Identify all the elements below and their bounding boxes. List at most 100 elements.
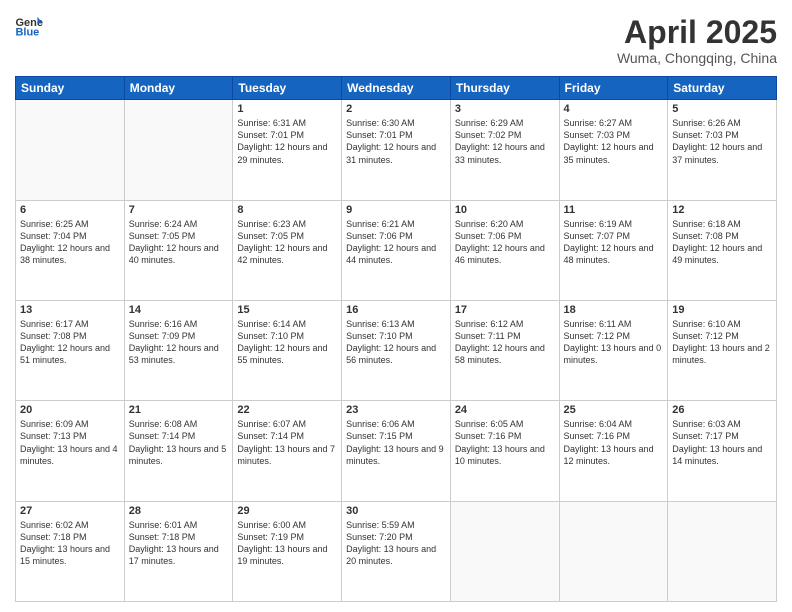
day-info: Sunrise: 6:04 AM Sunset: 7:16 PM Dayligh… <box>564 418 664 467</box>
logo-icon: General Blue <box>15 15 43 37</box>
table-row: 2 Sunrise: 6:30 AM Sunset: 7:01 PM Daylig… <box>342 100 451 200</box>
table-row: 25 Sunrise: 6:04 AM Sunset: 7:16 PM Dayli… <box>559 401 668 501</box>
table-row: 4Sunrise: 6:27 AM Sunset: 7:03 PM Daylig… <box>559 100 668 200</box>
day-number: 14 <box>129 304 229 316</box>
day-number: 4 <box>564 103 664 115</box>
table-row: 13 Sunrise: 6:17 AM Sunset: 7:08 PM Dayli… <box>16 300 125 400</box>
day-number: 21 <box>129 404 229 416</box>
table-row: 20 Sunrise: 6:09 AM Sunset: 7:13 PM Dayli… <box>16 401 125 501</box>
day-number: 28 <box>129 505 229 517</box>
day-info: Sunrise: 6:24 AM Sunset: 7:05 PM Dayligh… <box>129 218 229 267</box>
day-number: 8 <box>237 204 337 216</box>
col-friday: Friday <box>559 77 668 100</box>
table-row: 11 Sunrise: 6:19 AM Sunset: 7:07 PM Dayli… <box>559 200 668 300</box>
table-row: 15Sunrise: 6:14 AM Sunset: 7:10 PM Dayli… <box>233 300 342 400</box>
svg-text:Blue: Blue <box>15 26 39 37</box>
calendar-week-row: 20 Sunrise: 6:09 AM Sunset: 7:13 PM Dayli… <box>16 401 777 501</box>
day-number: 27 <box>20 505 120 517</box>
day-number: 11 <box>564 204 664 216</box>
day-info: Sunrise: 6:00 AM Sunset: 7:19 PM Dayligh… <box>237 519 337 568</box>
col-wednesday: Wednesday <box>342 77 451 100</box>
location: Wuma, Chongqing, China <box>617 50 777 66</box>
day-number: 16 <box>346 304 446 316</box>
col-tuesday: Tuesday <box>233 77 342 100</box>
day-number: 1 <box>237 103 337 115</box>
table-row <box>559 501 668 601</box>
day-number: 2 <box>346 103 446 115</box>
calendar-week-row: 1 Sunrise: 6:31 AM Sunset: 7:01 PM Daylig… <box>16 100 777 200</box>
day-number: 19 <box>672 304 772 316</box>
day-number: 12 <box>672 204 772 216</box>
table-row: 27Sunrise: 6:02 AM Sunset: 7:18 PM Dayli… <box>16 501 125 601</box>
day-info: Sunrise: 6:23 AM Sunset: 7:05 PM Dayligh… <box>237 218 337 267</box>
day-info: Sunrise: 6:21 AM Sunset: 7:06 PM Dayligh… <box>346 218 446 267</box>
header: General Blue April 2025 Wuma, Chongqing,… <box>15 15 777 66</box>
table-row: 14 Sunrise: 6:16 AM Sunset: 7:09 PM Dayli… <box>124 300 233 400</box>
day-number: 25 <box>564 404 664 416</box>
table-row: 29 Sunrise: 6:00 AM Sunset: 7:19 PM Dayli… <box>233 501 342 601</box>
day-info: Sunrise: 6:13 AM Sunset: 7:10 PM Dayligh… <box>346 318 446 367</box>
day-number: 20 <box>20 404 120 416</box>
table-row: 3 Sunrise: 6:29 AM Sunset: 7:02 PM Daylig… <box>450 100 559 200</box>
day-info: Sunrise: 6:06 AM Sunset: 7:15 PM Dayligh… <box>346 418 446 467</box>
table-row: 24Sunrise: 6:05 AM Sunset: 7:16 PM Dayli… <box>450 401 559 501</box>
calendar-table: Sunday Monday Tuesday Wednesday Thursday… <box>15 76 777 602</box>
day-number: 3 <box>455 103 555 115</box>
day-number: 29 <box>237 505 337 517</box>
table-row <box>124 100 233 200</box>
table-row <box>16 100 125 200</box>
day-number: 5 <box>672 103 772 115</box>
day-number: 18 <box>564 304 664 316</box>
day-info: Sunrise: 6:17 AM Sunset: 7:08 PM Dayligh… <box>20 318 120 367</box>
day-info: Sunrise: 6:20 AM Sunset: 7:06 PM Dayligh… <box>455 218 555 267</box>
table-row: 6 Sunrise: 6:25 AM Sunset: 7:04 PM Daylig… <box>16 200 125 300</box>
day-number: 22 <box>237 404 337 416</box>
day-info: Sunrise: 6:11 AM Sunset: 7:12 PM Dayligh… <box>564 318 664 367</box>
table-row: 1 Sunrise: 6:31 AM Sunset: 7:01 PM Daylig… <box>233 100 342 200</box>
day-number: 6 <box>20 204 120 216</box>
day-info: Sunrise: 6:18 AM Sunset: 7:08 PM Dayligh… <box>672 218 772 267</box>
col-thursday: Thursday <box>450 77 559 100</box>
day-info: Sunrise: 6:29 AM Sunset: 7:02 PM Dayligh… <box>455 117 555 166</box>
day-info: Sunrise: 6:16 AM Sunset: 7:09 PM Dayligh… <box>129 318 229 367</box>
day-number: 17 <box>455 304 555 316</box>
day-number: 26 <box>672 404 772 416</box>
table-row <box>450 501 559 601</box>
calendar-week-row: 27Sunrise: 6:02 AM Sunset: 7:18 PM Dayli… <box>16 501 777 601</box>
table-row <box>668 501 777 601</box>
table-row: 26 Sunrise: 6:03 AM Sunset: 7:17 PM Dayli… <box>668 401 777 501</box>
table-row: 18 Sunrise: 6:11 AM Sunset: 7:12 PM Dayli… <box>559 300 668 400</box>
title-block: April 2025 Wuma, Chongqing, China <box>617 15 777 66</box>
day-number: 10 <box>455 204 555 216</box>
day-info: Sunrise: 6:25 AM Sunset: 7:04 PM Dayligh… <box>20 218 120 267</box>
table-row: 17Sunrise: 6:12 AM Sunset: 7:11 PM Dayli… <box>450 300 559 400</box>
day-number: 13 <box>20 304 120 316</box>
day-info: Sunrise: 6:26 AM Sunset: 7:03 PM Dayligh… <box>672 117 772 166</box>
day-info: Sunrise: 6:08 AM Sunset: 7:14 PM Dayligh… <box>129 418 229 467</box>
table-row: 16 Sunrise: 6:13 AM Sunset: 7:10 PM Dayli… <box>342 300 451 400</box>
day-info: Sunrise: 6:30 AM Sunset: 7:01 PM Dayligh… <box>346 117 446 166</box>
day-number: 15 <box>237 304 337 316</box>
day-info: Sunrise: 6:31 AM Sunset: 7:01 PM Dayligh… <box>237 117 337 166</box>
table-row: 21 Sunrise: 6:08 AM Sunset: 7:14 PM Dayli… <box>124 401 233 501</box>
table-row: 5 Sunrise: 6:26 AM Sunset: 7:03 PM Daylig… <box>668 100 777 200</box>
day-info: Sunrise: 6:09 AM Sunset: 7:13 PM Dayligh… <box>20 418 120 467</box>
day-number: 30 <box>346 505 446 517</box>
day-info: Sunrise: 6:10 AM Sunset: 7:12 PM Dayligh… <box>672 318 772 367</box>
calendar-header-row: Sunday Monday Tuesday Wednesday Thursday… <box>16 77 777 100</box>
day-number: 23 <box>346 404 446 416</box>
table-row: 30 Sunrise: 5:59 AM Sunset: 7:20 PM Dayli… <box>342 501 451 601</box>
day-info: Sunrise: 6:19 AM Sunset: 7:07 PM Dayligh… <box>564 218 664 267</box>
day-info: Sunrise: 6:07 AM Sunset: 7:14 PM Dayligh… <box>237 418 337 467</box>
day-info: Sunrise: 6:03 AM Sunset: 7:17 PM Dayligh… <box>672 418 772 467</box>
table-row: 28Sunrise: 6:01 AM Sunset: 7:18 PM Dayli… <box>124 501 233 601</box>
page: General Blue April 2025 Wuma, Chongqing,… <box>0 0 792 612</box>
day-number: 24 <box>455 404 555 416</box>
calendar-week-row: 13 Sunrise: 6:17 AM Sunset: 7:08 PM Dayli… <box>16 300 777 400</box>
table-row: 19 Sunrise: 6:10 AM Sunset: 7:12 PM Dayli… <box>668 300 777 400</box>
day-number: 9 <box>346 204 446 216</box>
col-saturday: Saturday <box>668 77 777 100</box>
table-row: 23 Sunrise: 6:06 AM Sunset: 7:15 PM Dayli… <box>342 401 451 501</box>
day-info: Sunrise: 5:59 AM Sunset: 7:20 PM Dayligh… <box>346 519 446 568</box>
col-sunday: Sunday <box>16 77 125 100</box>
